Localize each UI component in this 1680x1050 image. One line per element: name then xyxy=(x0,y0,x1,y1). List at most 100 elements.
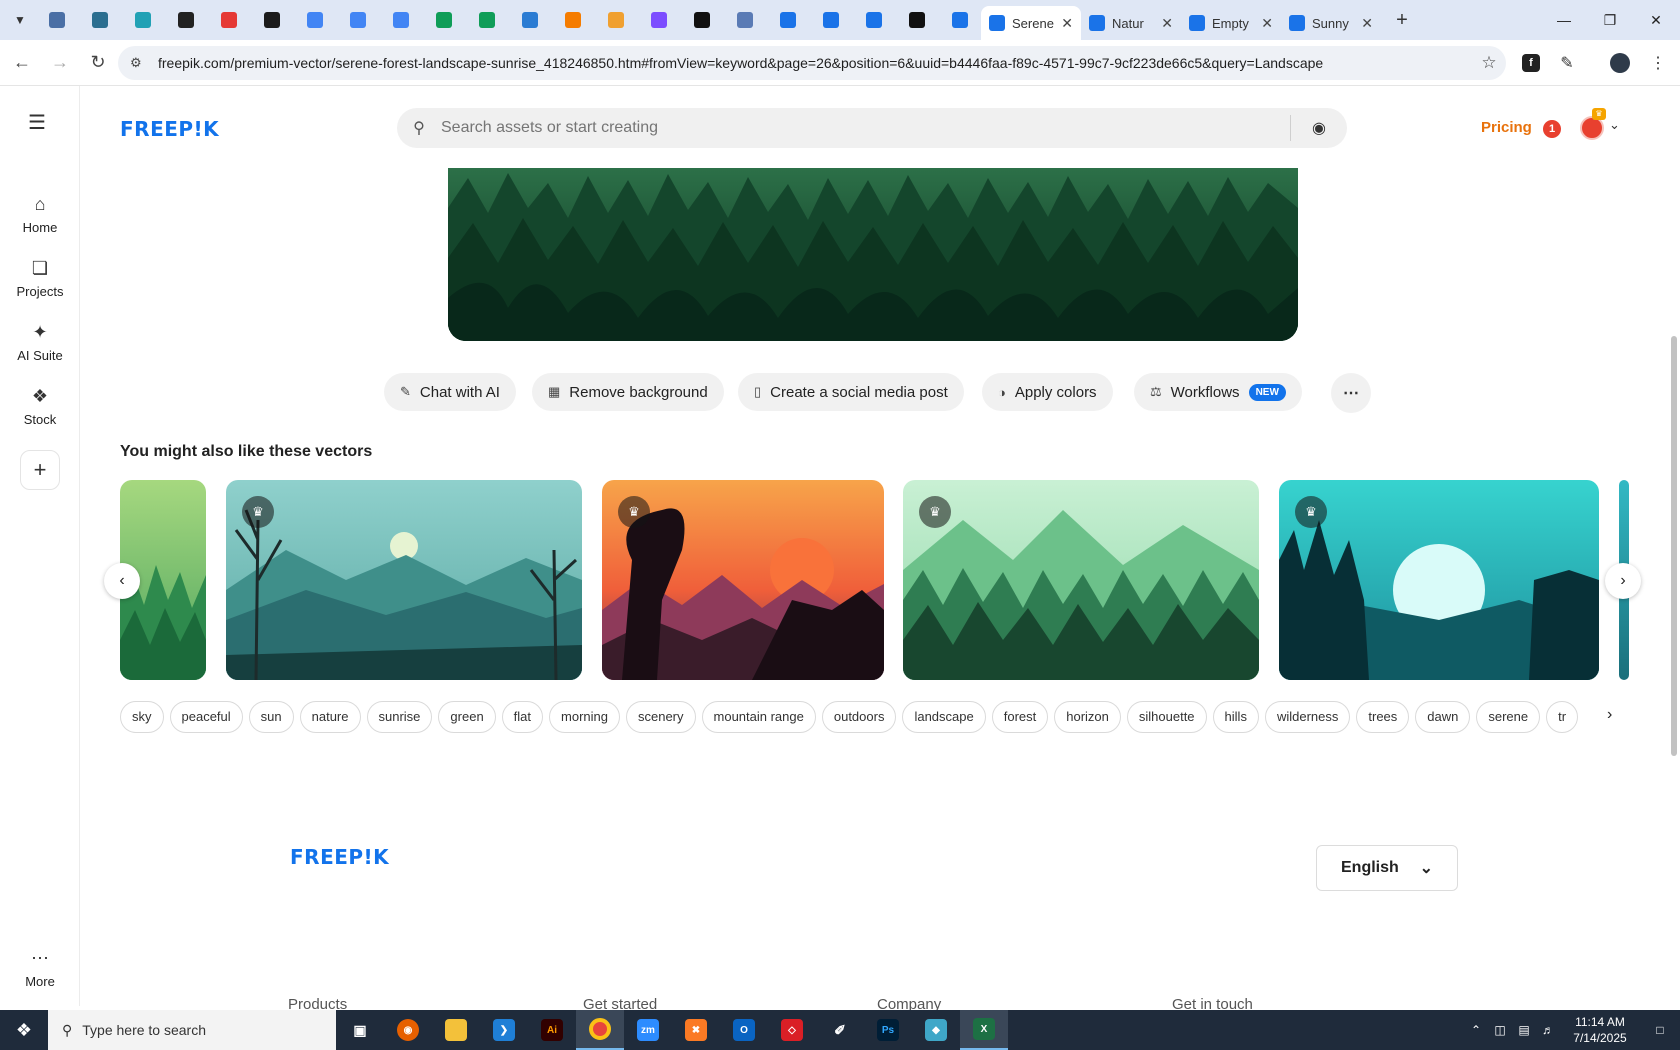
pinned-tab[interactable] xyxy=(680,0,723,40)
freepik-logo[interactable]: FREEP!K xyxy=(120,117,219,141)
chat-with-ai-button[interactable]: ✎ Chat with AI xyxy=(384,373,516,411)
pinned-tab[interactable] xyxy=(895,0,938,40)
tag-chip[interactable]: peaceful xyxy=(169,701,243,733)
tag-chip[interactable]: outdoors xyxy=(821,701,897,733)
close-window-button[interactable]: ✕ xyxy=(1633,0,1679,40)
extensions-puzzle-icon[interactable]: ✎ xyxy=(1551,47,1583,79)
bookmark-star-icon[interactable]: ☆ xyxy=(1472,53,1506,73)
tag-chip[interactable]: sun xyxy=(248,701,294,733)
related-card[interactable]: ♛ xyxy=(1279,480,1599,680)
browser-tab[interactable]: Sunny ✕ xyxy=(1281,6,1381,40)
close-tab-icon[interactable]: ✕ xyxy=(1261,15,1273,32)
tags-next-icon[interactable]: › xyxy=(1607,706,1612,724)
pinned-tab[interactable] xyxy=(379,0,422,40)
photoshop-icon[interactable]: Ps xyxy=(864,1010,912,1050)
pinned-tab[interactable] xyxy=(723,0,766,40)
chevron-down-icon[interactable]: ⌄ xyxy=(1609,117,1620,133)
xampp-icon[interactable]: ✖ xyxy=(672,1010,720,1050)
pinned-tab[interactable] xyxy=(938,0,981,40)
firefox-icon[interactable]: ◉ xyxy=(384,1010,432,1050)
pinned-tab[interactable] xyxy=(164,0,207,40)
pinned-tab[interactable] xyxy=(78,0,121,40)
new-tab-button[interactable]: + xyxy=(1387,5,1417,35)
carousel-next-button[interactable]: › xyxy=(1605,563,1641,599)
forward-button[interactable]: → xyxy=(44,47,76,79)
remove-background-button[interactable]: ▦ Remove background xyxy=(532,373,724,411)
excel-icon[interactable]: X xyxy=(960,1010,1008,1050)
reload-button[interactable]: ↻ xyxy=(82,47,114,79)
tag-chip[interactable]: sunrise xyxy=(366,701,433,733)
tag-chip[interactable]: silhouette xyxy=(1126,701,1207,733)
pinned-tab[interactable] xyxy=(594,0,637,40)
pinned-tab[interactable] xyxy=(336,0,379,40)
tag-chip[interactable]: forest xyxy=(991,701,1049,733)
url-text[interactable]: freepik.com/premium-vector/serene-forest… xyxy=(158,55,1472,71)
sidebar-item-ai-suite[interactable]: ✦ AI Suite xyxy=(0,322,80,363)
pinned-tab[interactable] xyxy=(637,0,680,40)
extension-f-icon[interactable]: f xyxy=(1515,47,1547,79)
pen-tool-icon[interactable]: ✐ xyxy=(816,1010,864,1050)
outlook-icon[interactable]: O xyxy=(720,1010,768,1050)
page-scrollbar-thumb[interactable] xyxy=(1671,336,1677,756)
tag-chip[interactable]: flat xyxy=(501,701,544,733)
language-select[interactable]: English ⌄ xyxy=(1316,845,1458,891)
taskbar-search[interactable]: ⚲ Type here to search xyxy=(48,1010,336,1050)
apply-colors-button[interactable]: ◑ Apply colors xyxy=(982,373,1113,411)
pinned-tab[interactable] xyxy=(35,0,78,40)
chrome-icon[interactable] xyxy=(576,1010,624,1050)
related-card[interactable]: ♛ xyxy=(903,480,1259,680)
pinned-tab[interactable] xyxy=(293,0,336,40)
pinned-tab[interactable] xyxy=(207,0,250,40)
pinned-tab[interactable] xyxy=(121,0,164,40)
footer-logo[interactable]: FREEP!K xyxy=(290,845,389,869)
tag-chip[interactable]: scenery xyxy=(625,701,696,733)
tag-chip[interactable]: wilderness xyxy=(1264,701,1351,733)
back-button[interactable]: ← xyxy=(6,47,38,79)
file-explorer-icon[interactable] xyxy=(432,1010,480,1050)
task-view-icon[interactable]: ▣ xyxy=(336,1010,384,1050)
pinned-tab[interactable] xyxy=(852,0,895,40)
browser-tab[interactable]: Empty ✕ xyxy=(1181,6,1281,40)
create-social-post-button[interactable]: ▯ Create a social media post xyxy=(738,373,964,411)
profile-icon[interactable] xyxy=(1604,47,1636,79)
related-card[interactable]: ♛ xyxy=(226,480,582,680)
sidebar-item-more[interactable]: ⋯ More xyxy=(0,948,80,989)
tag-chip[interactable]: nature xyxy=(299,701,361,733)
pinned-tab[interactable] xyxy=(508,0,551,40)
related-card[interactable]: ♛ xyxy=(602,480,884,680)
tag-chip[interactable]: horizon xyxy=(1054,701,1121,733)
clock[interactable]: 11:14 AM 7/14/2025 xyxy=(1560,1014,1640,1046)
minimize-button[interactable]: — xyxy=(1541,0,1587,40)
close-tab-icon[interactable]: ✕ xyxy=(1061,15,1073,32)
display-icon[interactable]: ◫ xyxy=(1488,1023,1512,1037)
tab-search-button[interactable]: ▼ xyxy=(5,5,35,35)
illustrator-icon[interactable]: Ai xyxy=(528,1010,576,1050)
pinned-tab[interactable] xyxy=(766,0,809,40)
pinned-tab[interactable] xyxy=(465,0,508,40)
address-bar[interactable]: ⚙ freepik.com/premium-vector/serene-fore… xyxy=(118,46,1506,80)
carousel-prev-button[interactable]: ‹ xyxy=(104,563,140,599)
hamburger-menu-icon[interactable]: ☰ xyxy=(28,110,46,135)
pinned-tab[interactable] xyxy=(250,0,293,40)
more-actions-button[interactable]: ⋯ xyxy=(1331,373,1371,413)
pricing-link[interactable]: Pricing xyxy=(1481,119,1532,136)
notifications-icon[interactable]: □ xyxy=(1640,1023,1680,1037)
sidebar-item-home[interactable]: ⌂ Home xyxy=(0,194,80,235)
camera-search-icon[interactable]: ◉ xyxy=(1291,118,1347,138)
notification-badge[interactable]: 1 xyxy=(1543,120,1561,138)
site-info-icon[interactable]: ⚙ xyxy=(130,55,148,71)
chevron-up-icon[interactable]: ⌃ xyxy=(1464,1023,1488,1037)
sidebar-item-stock[interactable]: ❖ Stock xyxy=(0,386,80,427)
tag-chip[interactable]: serene xyxy=(1476,701,1541,733)
tag-chip[interactable]: mountain range xyxy=(701,701,816,733)
gem-app-icon[interactable]: ◆ xyxy=(912,1010,960,1050)
pinned-tab[interactable] xyxy=(422,0,465,40)
volume-icon[interactable]: ♬ xyxy=(1536,1023,1560,1037)
close-tab-icon[interactable]: ✕ xyxy=(1161,15,1173,32)
windows-start-button[interactable]: ❖ xyxy=(0,1010,48,1050)
tag-chip[interactable]: morning xyxy=(549,701,620,733)
browser-tab[interactable]: Natur ✕ xyxy=(1081,6,1181,40)
tag-chip[interactable]: tr xyxy=(1546,701,1579,733)
sidebar-item-projects[interactable]: ❏ Projects xyxy=(0,258,80,299)
browser-menu-icon[interactable]: ⋮ xyxy=(1642,47,1674,79)
